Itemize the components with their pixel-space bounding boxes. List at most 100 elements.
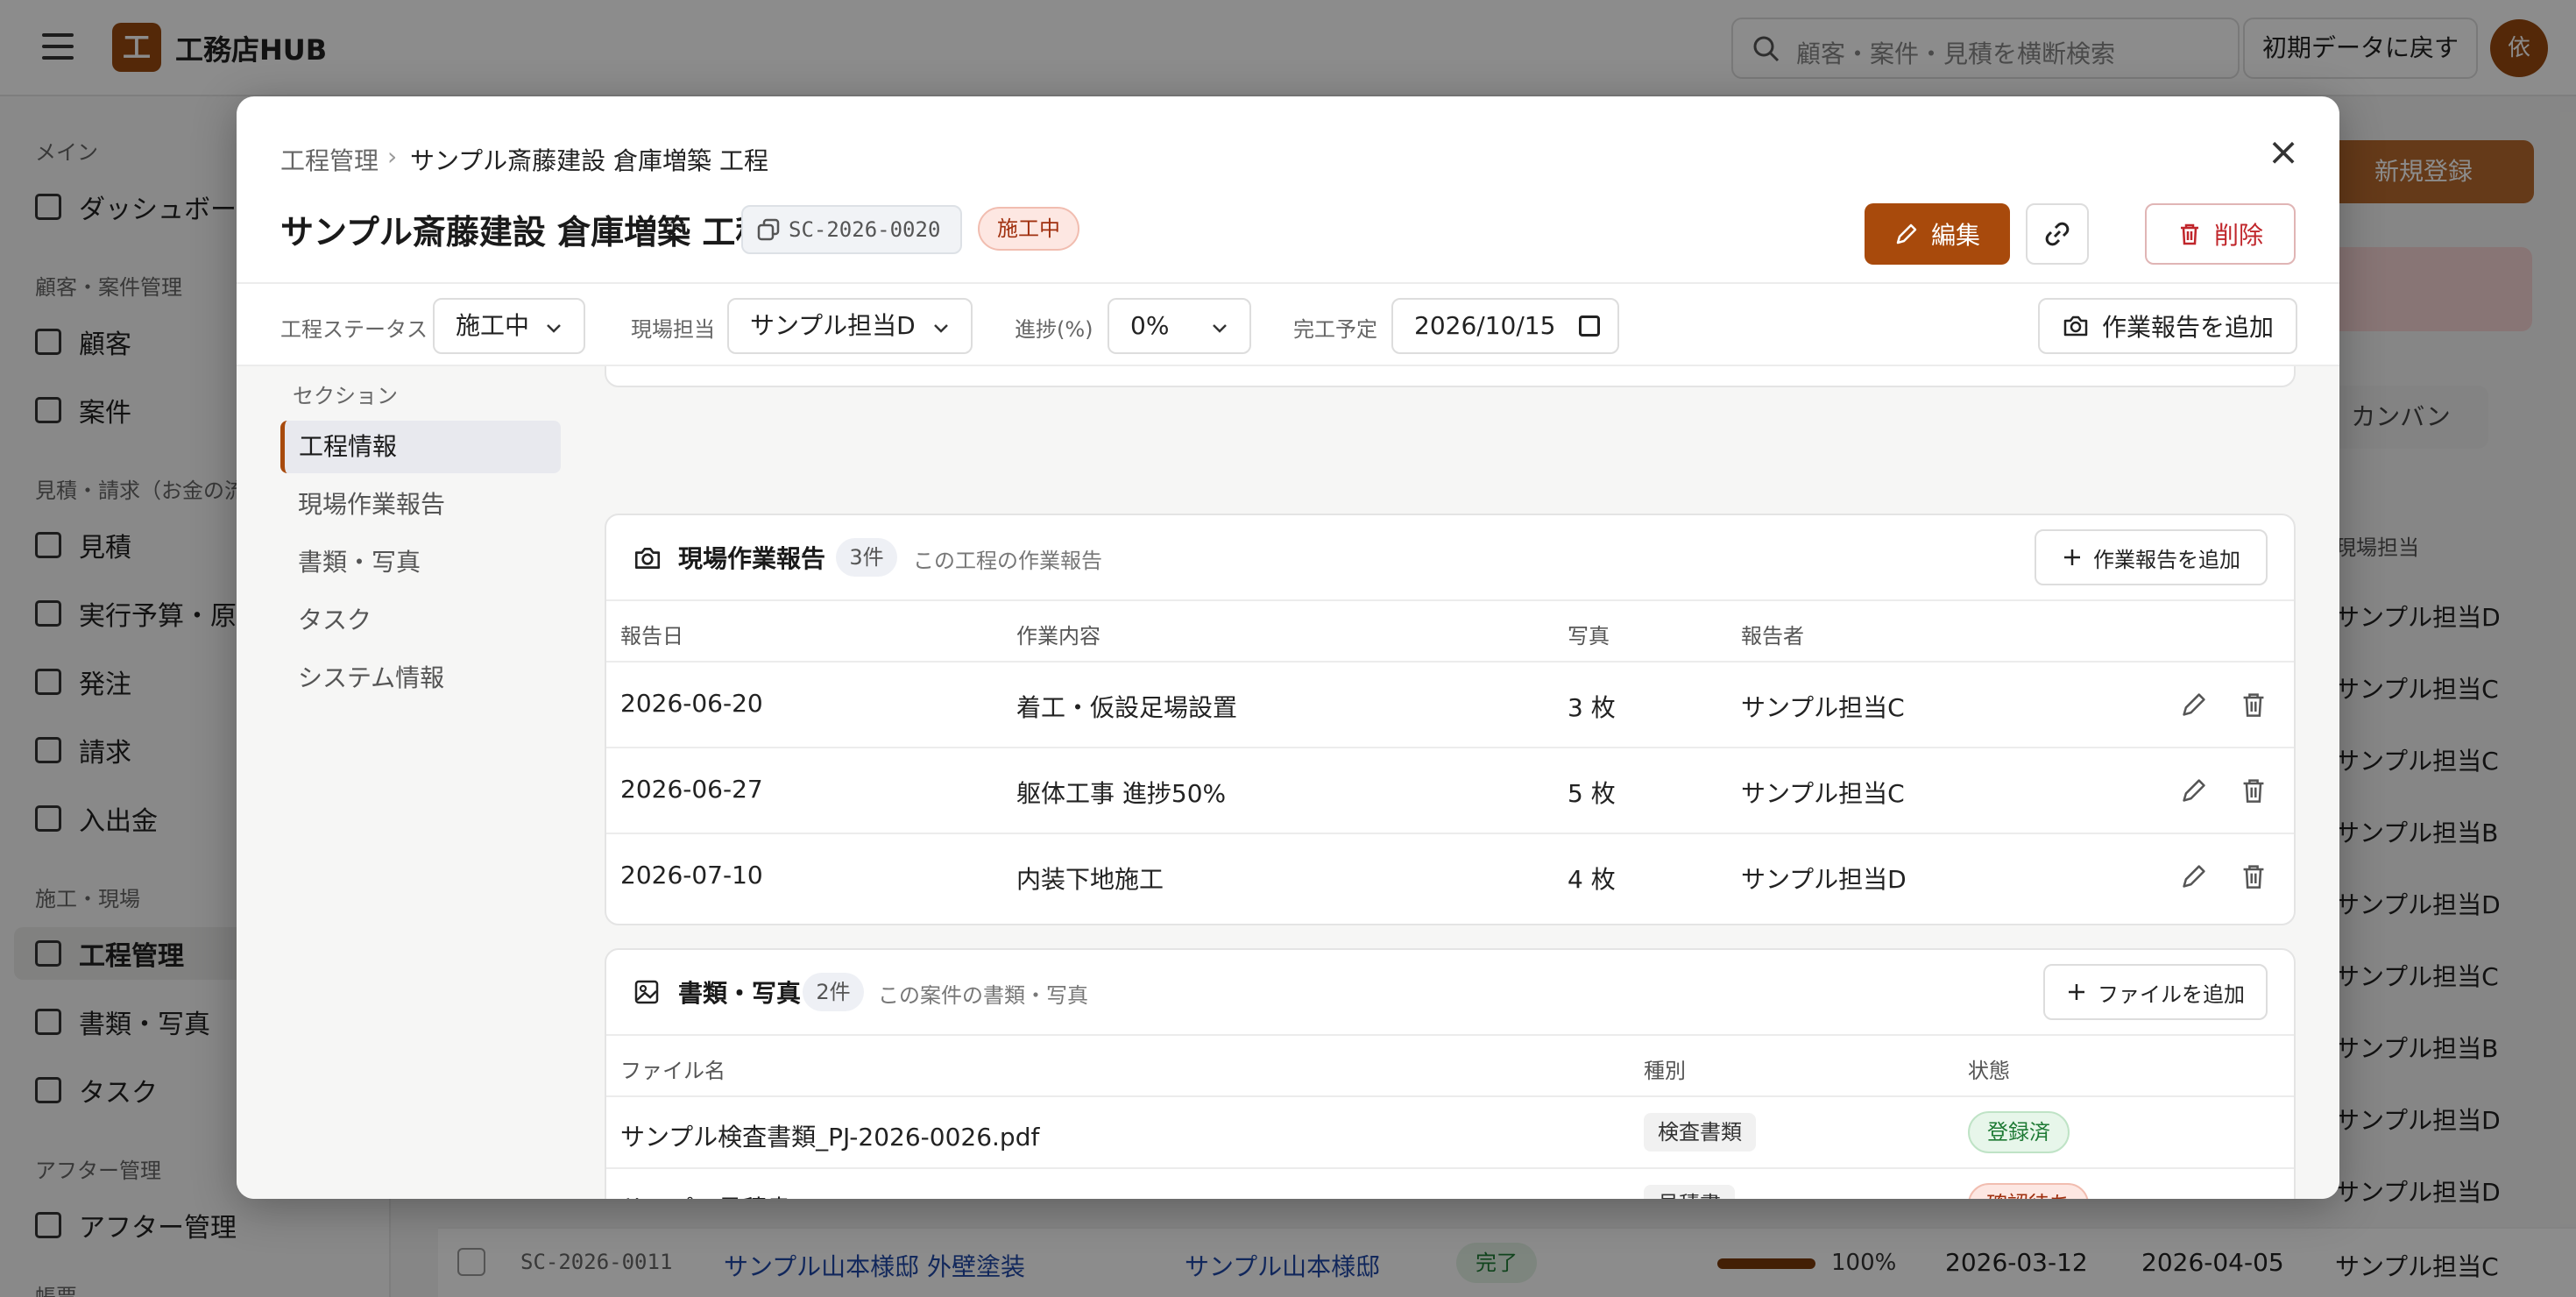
file-name[interactable]: サンプル検査書類_PJ-2026-0026.pdf [620, 1118, 1039, 1153]
file-state-badge: 登録済 [1968, 1111, 2070, 1153]
files-card-header: 書類・写真 2件 この案件の書類・写真 ファイルを追加 [606, 950, 2294, 1036]
reports-card: 現場作業報告 3件 この工程の作業報告 作業報告を追加 報告日 作業内容 写真 … [605, 514, 2296, 925]
plus-icon [2069, 984, 2084, 1000]
report-content: 着工・仮設足場設置 [1016, 693, 1238, 722]
due-date-input[interactable]: 2026/10/15 [1391, 298, 1619, 354]
quick-controls: 工程ステータス 施工中 現場担当 サンプル担当D 進捗(%) 0% 完工予定 2… [237, 282, 2339, 366]
assignee-label: 現場担当 [631, 317, 715, 342]
trash-icon[interactable] [2240, 776, 2268, 804]
report-date: 2026-07-10 [620, 861, 763, 889]
assignee-select[interactable]: サンプル担当D [727, 298, 973, 354]
report-reporter: サンプル担当C [1741, 693, 1905, 722]
schedule-detail-modal: 工程管理 › サンプル斎藤建設 倉庫増築 工程 × サンプル斎藤建設 倉庫増築 … [237, 96, 2339, 1199]
report-photos: 5 枚 [1568, 779, 1616, 808]
column-header-filename: ファイル名 [620, 1059, 725, 1083]
chevron-down-icon [547, 324, 561, 333]
add-report-label: 作業報告を追加 [2101, 313, 2274, 342]
add-report-button[interactable]: 作業報告を追加 [2035, 529, 2268, 585]
reports-card-header: 現場作業報告 3件 この工程の作業報告 作業報告を追加 [606, 515, 2294, 601]
section-nav-label: セクション [293, 384, 398, 408]
add-report-label: 作業報告を追加 [2093, 547, 2240, 572]
files-count: 2件 [803, 973, 864, 1011]
files-card: 書類・写真 2件 この案件の書類・写真 ファイルを追加 ファイル名 種別 状態 … [605, 948, 2296, 1199]
progress-select[interactable]: 0% [1108, 298, 1251, 354]
calendar-icon[interactable] [1579, 315, 1600, 337]
assignee-value: サンプル担当D [750, 311, 916, 340]
file-type-tag: 見積書 [1644, 1185, 1735, 1199]
edit-button[interactable]: 編集 [1865, 203, 2010, 265]
section-nav-info[interactable]: 工程情報 [280, 421, 561, 473]
camera-icon [634, 548, 661, 569]
column-header-date: 報告日 [620, 624, 683, 648]
column-header-type: 種別 [1644, 1059, 1686, 1083]
section-nav-files[interactable]: 書類・写真 [280, 536, 561, 589]
section-nav-tasks[interactable]: タスク [280, 594, 561, 647]
report-photos: 3 枚 [1568, 693, 1616, 722]
file-state-badge: 確認待ち [1968, 1183, 2089, 1199]
table-row[interactable]: サンプル検査書類_PJ-2026-0026.pdf 検査書類 登録済 [606, 1095, 2294, 1167]
section-nav-system[interactable]: システム情報 [280, 652, 561, 705]
column-header-content: 作業内容 [1016, 624, 1100, 648]
edit-label: 編集 [1930, 221, 1980, 250]
file-type-tag: 検査書類 [1644, 1113, 1756, 1152]
trash-icon[interactable] [2240, 862, 2268, 890]
close-icon[interactable]: × [2266, 133, 2301, 172]
breadcrumb-parent[interactable]: 工程管理 [280, 142, 379, 177]
report-content: 内装下地施工 [1016, 865, 1164, 894]
column-header-state: 状態 [1968, 1059, 2010, 1083]
due-label: 完工予定 [1293, 317, 1377, 342]
chevron-down-icon [934, 324, 948, 333]
table-row[interactable]: サンプル見積書_PJ-2026-0026.pdf 見積書 確認待ち [606, 1167, 2294, 1199]
table-row[interactable]: 2026-06-27 躯体工事 進捗50% 5 枚 サンプル担当C [606, 747, 2294, 833]
modal-body[interactable]: セクション 工程情報 現場作業報告 書類・写真 タスク システム情報 現場作業報… [237, 366, 2339, 1199]
reports-title: 現場作業報告 [678, 544, 826, 573]
reports-subtitle: この工程の作業報告 [913, 549, 1102, 573]
table-row[interactable]: 2026-06-20 着工・仮設足場設置 3 枚 サンプル担当C [606, 661, 2294, 747]
image-icon [634, 980, 659, 1004]
reports-count: 3件 [836, 538, 897, 577]
progress-label: 進捗(%) [1015, 317, 1093, 342]
add-file-button[interactable]: ファイルを追加 [2043, 964, 2268, 1020]
camera-icon [2063, 315, 2088, 337]
column-header-reporter: 報告者 [1741, 624, 1804, 648]
report-date: 2026-06-27 [620, 775, 763, 804]
plus-icon [2064, 549, 2080, 565]
report-reporter: サンプル担当C [1741, 779, 1905, 808]
file-name[interactable]: サンプル見積書_PJ-2026-0026.pdf [620, 1190, 1015, 1199]
progress-value: 0% [1130, 311, 1170, 340]
pencil-icon[interactable] [2180, 691, 2208, 719]
trash-icon[interactable] [2240, 691, 2268, 719]
copy-icon [757, 218, 780, 241]
page-title: サンプル斎藤建設 倉庫増築 工程 [280, 213, 769, 252]
delete-label: 削除 [2213, 221, 2263, 250]
pencil-icon[interactable] [2180, 862, 2208, 890]
copy-link-button[interactable] [2026, 203, 2089, 265]
info-card [605, 366, 2296, 387]
schedule-code: SC-2026-0020 [789, 217, 941, 242]
breadcrumb-separator: › [387, 142, 398, 171]
add-file-label: ファイルを追加 [2098, 982, 2245, 1007]
add-report-button[interactable]: 作業報告を追加 [2038, 298, 2297, 354]
trash-icon [2180, 223, 2198, 245]
status-value: 施工中 [456, 311, 530, 340]
report-date: 2026-06-20 [620, 689, 763, 718]
status-select[interactable]: 施工中 [433, 298, 585, 354]
report-reporter: サンプル担当D [1741, 865, 1907, 894]
report-photos: 4 枚 [1568, 865, 1616, 894]
status-label: 工程ステータス [280, 317, 428, 342]
chevron-down-icon [1213, 324, 1227, 333]
breadcrumb-current: サンプル斎藤建設 倉庫増築 工程 [410, 146, 768, 175]
table-row[interactable]: 2026-07-10 内装下地施工 4 枚 サンプル担当D [606, 833, 2294, 918]
pencil-icon [1896, 223, 1917, 245]
report-content: 躯体工事 進捗50% [1016, 779, 1227, 808]
files-subtitle: この案件の書類・写真 [878, 983, 1088, 1008]
column-header-photos: 写真 [1568, 624, 1610, 648]
pencil-icon[interactable] [2180, 776, 2208, 804]
due-value: 2026/10/15 [1414, 311, 1556, 340]
delete-button[interactable]: 削除 [2145, 203, 2296, 265]
section-nav-reports[interactable]: 現場作業報告 [280, 478, 561, 531]
status-badge: 施工中 [978, 207, 1079, 251]
link-icon [2045, 222, 2070, 246]
code-copy-chip[interactable]: SC-2026-0020 [741, 205, 962, 254]
files-title: 書類・写真 [678, 979, 802, 1008]
